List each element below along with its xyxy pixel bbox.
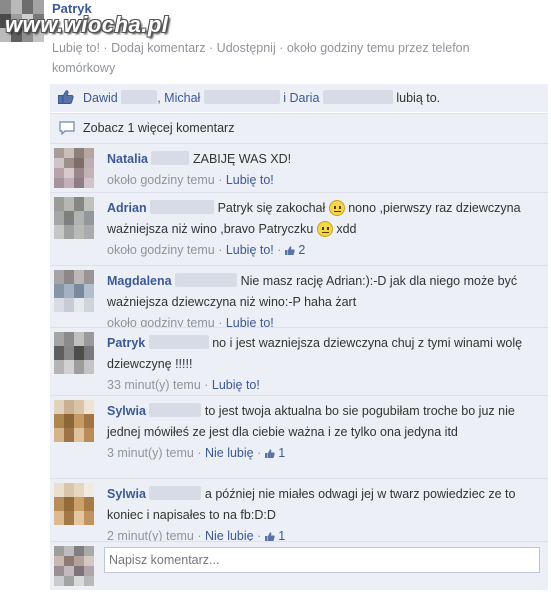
comment-item: Natalia ZABIJĘ WAS XD! około godziny tem… xyxy=(50,143,548,192)
smiley-emoticon-icon xyxy=(316,221,333,237)
comment-input[interactable]: Napisz komentarz... xyxy=(104,547,540,573)
comment-text: Patryk się zakochał xyxy=(217,201,326,215)
avatar[interactable] xyxy=(54,400,94,456)
comment-author[interactable]: Patryk xyxy=(107,336,145,350)
comment-like-link[interactable]: Nie lubię xyxy=(205,446,254,460)
comment-text: ZABIJĘ WAS XD! xyxy=(192,152,292,166)
likes-text: Dawid , Michał i Daria lubią to. xyxy=(83,90,440,105)
see-more-row[interactable]: Zobacz 1 więcej komentarz xyxy=(50,113,548,143)
comment-item: Sylwia a później nie miałes odwagi jej w… xyxy=(50,478,548,543)
avatar[interactable] xyxy=(54,546,94,586)
comment-compose-row: Napisz komentarz... xyxy=(50,541,548,590)
avatar[interactable] xyxy=(54,483,94,539)
post-header: Patryk www.wiocha.pl Lubię to! · Dodaj k… xyxy=(0,0,551,84)
comment-body: Adrian Patryk się zakochał nono ,pierwsz… xyxy=(107,200,521,257)
redacted-block xyxy=(203,90,280,104)
redacted-block xyxy=(151,151,190,165)
comment-item: Magdalena Nie masz rację Adrian:):-D jak… xyxy=(50,265,548,330)
likes-row: Dawid , Michał i Daria lubią to. xyxy=(50,84,548,112)
see-more-link[interactable]: Zobacz 1 więcej komentarz xyxy=(83,121,234,135)
comment-time[interactable]: 33 minut(y) temu xyxy=(107,378,201,392)
comment-author[interactable]: Sylwia xyxy=(107,404,146,418)
redacted-block xyxy=(148,335,209,349)
avatar[interactable] xyxy=(54,332,94,390)
likes-suffix: lubią to. xyxy=(396,91,441,105)
comment-like-link[interactable]: Lubię to! xyxy=(226,173,274,187)
comment-body: Sylwia to jest twoja aktualna bo sie pog… xyxy=(107,403,515,460)
comment-time[interactable]: 3 minut(y) temu xyxy=(107,446,194,460)
smiley-emoticon-icon xyxy=(328,200,345,216)
redacted-block xyxy=(150,200,215,214)
avatar[interactable] xyxy=(54,197,94,251)
comment-body: Sylwia a później nie miałes odwagi jej w… xyxy=(107,486,516,543)
comment-author[interactable]: Natalia xyxy=(107,152,148,166)
avatar[interactable] xyxy=(54,148,94,188)
like-count-thumb-icon xyxy=(284,246,295,255)
redacted-block xyxy=(149,486,202,500)
redacted-block xyxy=(322,90,393,104)
comment-item: Sylwia to jest twoja aktualna bo sie pog… xyxy=(50,395,548,478)
watermark-logo: www.wiocha.pl xyxy=(5,12,169,37)
redacted-block xyxy=(149,403,202,417)
comment-body: Magdalena Nie masz rację Adrian:):-D jak… xyxy=(107,273,518,330)
comment-body: Patryk no i jest wazniejsza dziewczyna c… xyxy=(107,335,523,392)
like-count-thumb-icon xyxy=(264,449,275,458)
like-count[interactable]: 1 xyxy=(278,446,285,460)
comment-like-link[interactable]: Lubię to! xyxy=(226,243,274,257)
comment-item: Patryk no i jest wazniejsza dziewczyna c… xyxy=(50,327,548,395)
comment-time[interactable]: około godziny temu xyxy=(107,173,215,187)
post-actions-line: Lubię to! · Dodaj komentarz · Udostępnij… xyxy=(52,41,470,75)
comment-like-link[interactable]: Lubię to! xyxy=(212,378,260,392)
comment-text: xdd xyxy=(336,222,357,236)
comment-bubble-icon xyxy=(59,121,75,135)
liker-name[interactable]: Dawid xyxy=(83,91,118,105)
comment-body: Natalia ZABIJĘ WAS XD! około godziny tem… xyxy=(107,151,292,187)
avatar[interactable] xyxy=(54,270,94,326)
comment-item: Adrian Patryk się zakochał nono ,pierwsz… xyxy=(50,192,548,265)
like-count-thumb-icon xyxy=(264,532,275,541)
liker-name[interactable]: i Daria xyxy=(280,91,319,105)
comment-author[interactable]: Magdalena xyxy=(107,274,172,288)
liker-name[interactable]: , Michał xyxy=(157,91,200,105)
thumbs-up-icon xyxy=(58,90,74,104)
redacted-block xyxy=(121,90,158,104)
comment-author[interactable]: Sylwia xyxy=(107,487,146,501)
like-count[interactable]: 2 xyxy=(298,243,305,257)
redacted-block xyxy=(175,273,238,287)
comment-time[interactable]: około godziny temu xyxy=(107,243,215,257)
comment-author[interactable]: Adrian xyxy=(107,201,147,215)
